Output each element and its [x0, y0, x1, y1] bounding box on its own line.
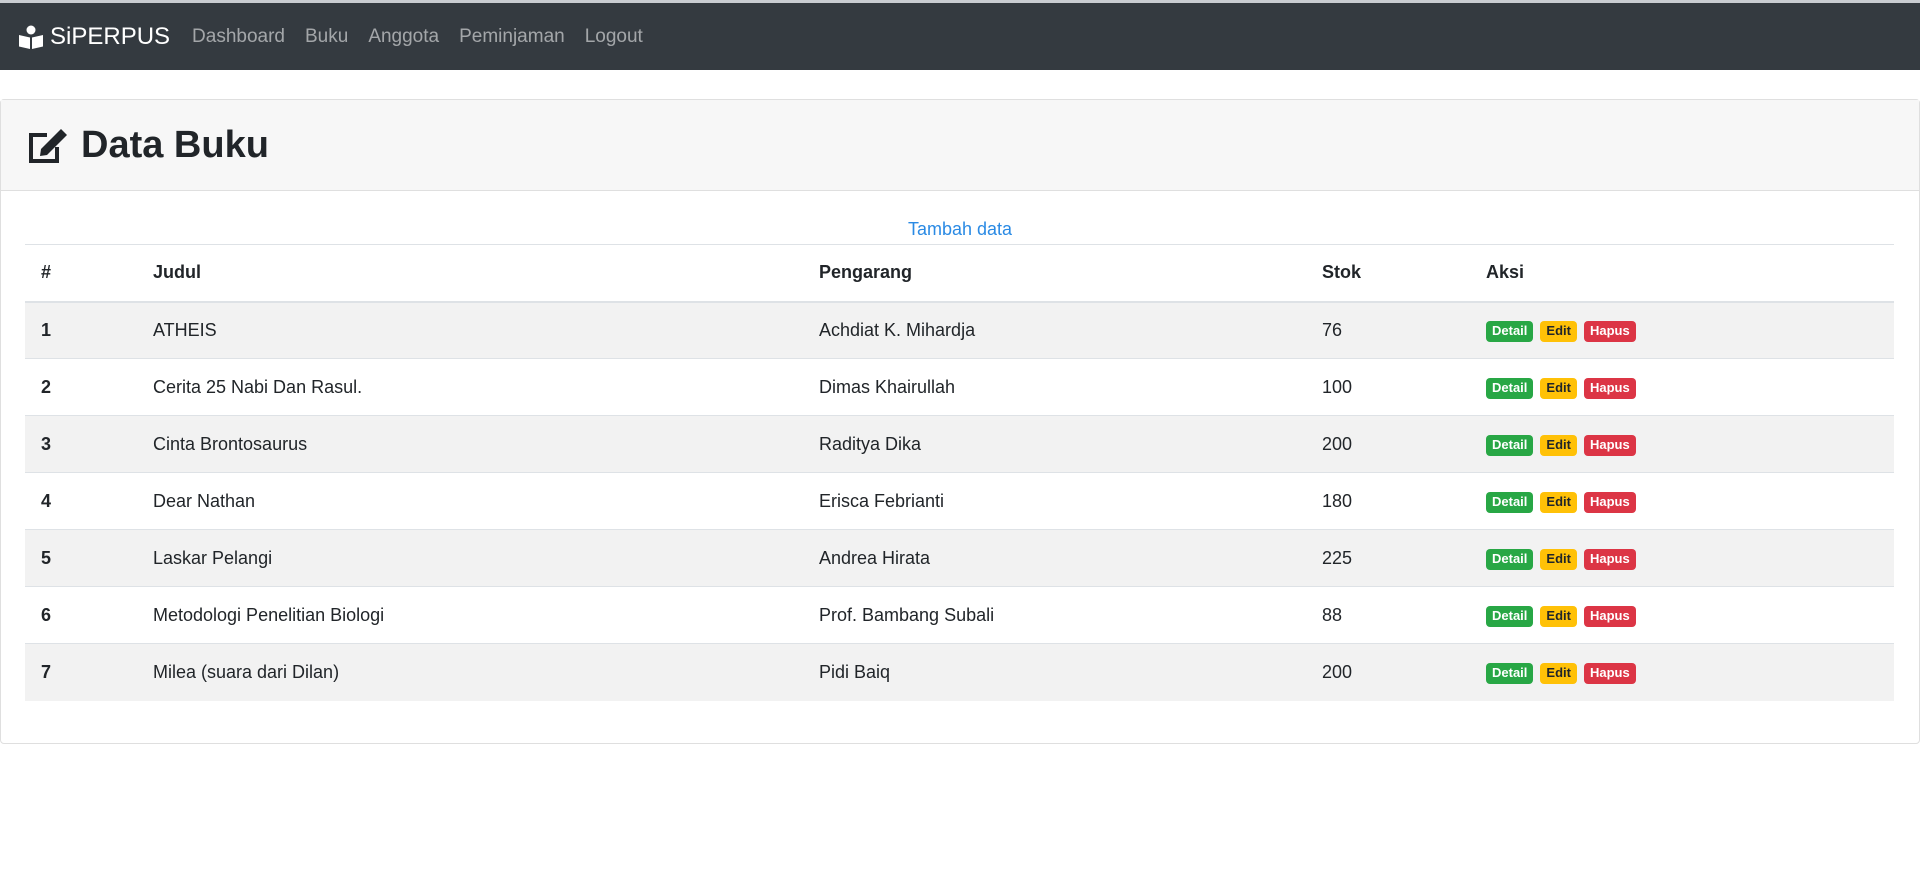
- cell-aksi: Detail Edit Hapus: [1470, 643, 1894, 701]
- brand-label: SiPERPUS: [50, 22, 171, 50]
- hapus-button[interactable]: Hapus: [1584, 548, 1636, 570]
- cell-judul: Metodologi Penelitian Biologi: [137, 586, 803, 644]
- cell-number: 7: [25, 643, 137, 701]
- nav-link-dashboard[interactable]: Dashboard: [192, 26, 285, 48]
- cell-pengarang: Achdiat K. Mihardja: [803, 301, 1306, 359]
- cell-aksi: Detail Edit Hapus: [1470, 472, 1894, 530]
- nav-link-buku[interactable]: Buku: [305, 26, 348, 48]
- cell-number: 3: [25, 415, 137, 473]
- cell-pengarang: Andrea Hirata: [803, 529, 1306, 587]
- cell-stok: 200: [1306, 415, 1470, 473]
- table-row: 5 Laskar Pelangi Andrea Hirata 225 Detai…: [25, 529, 1894, 587]
- cell-pengarang: Dimas Khairullah: [803, 358, 1306, 416]
- edit-button[interactable]: Edit: [1540, 491, 1577, 513]
- hapus-button[interactable]: Hapus: [1584, 491, 1636, 513]
- cell-pengarang: Pidi Baiq: [803, 643, 1306, 701]
- detail-button[interactable]: Detail: [1486, 434, 1534, 456]
- card-header: Data Buku: [1, 100, 1919, 191]
- book-reader-icon: [19, 25, 43, 49]
- nav-link-anggota[interactable]: Anggota: [368, 26, 439, 48]
- hapus-button[interactable]: Hapus: [1584, 377, 1636, 399]
- cell-judul: Laskar Pelangi: [137, 529, 803, 587]
- cell-number: 2: [25, 358, 137, 416]
- add-data-link[interactable]: Tambah data: [908, 219, 1012, 239]
- data-card: Data Buku Tambah data # Judul Pengarang …: [0, 99, 1920, 744]
- table-row: 7 Milea (suara dari Dilan) Pidi Baiq 200…: [25, 643, 1894, 701]
- table-row: 3 Cinta Brontosaurus Raditya Dika 200 De…: [25, 415, 1894, 473]
- table-body: 1 ATHEIS Achdiat K. Mihardja 76 Detail E…: [25, 301, 1894, 701]
- cell-aksi: Detail Edit Hapus: [1470, 529, 1894, 587]
- header-stok: Stok: [1322, 262, 1362, 283]
- detail-button[interactable]: Detail: [1486, 605, 1534, 627]
- detail-button[interactable]: Detail: [1486, 548, 1534, 570]
- header-aksi: Aksi: [1486, 262, 1525, 283]
- edit-button[interactable]: Edit: [1540, 320, 1577, 342]
- add-link-row: Tambah data: [25, 219, 1895, 244]
- cell-judul: Cerita 25 Nabi Dan Rasul.: [137, 358, 803, 416]
- nav-link-peminjaman[interactable]: Peminjaman: [459, 26, 565, 48]
- hapus-button[interactable]: Hapus: [1584, 320, 1636, 342]
- cell-stok: 88: [1306, 586, 1470, 644]
- cell-judul: Cinta Brontosaurus: [137, 415, 803, 473]
- header-number: #: [41, 262, 52, 283]
- table-head: # Judul Pengarang Stok Aksi: [25, 244, 1894, 302]
- edit-button[interactable]: Edit: [1540, 662, 1577, 684]
- page-title: Data Buku: [81, 123, 269, 166]
- table-header-row: # Judul Pengarang Stok Aksi: [25, 244, 1894, 302]
- table-row: 6 Metodologi Penelitian Biologi Prof. Ba…: [25, 586, 1894, 644]
- cell-aksi: Detail Edit Hapus: [1470, 586, 1894, 644]
- brand-link[interactable]: SiPERPUS: [18, 23, 170, 51]
- header-pengarang: Pengarang: [819, 262, 913, 283]
- cell-pengarang: Raditya Dika: [803, 415, 1306, 473]
- cell-judul: ATHEIS: [137, 301, 803, 359]
- edit-button[interactable]: Edit: [1540, 548, 1577, 570]
- hapus-button[interactable]: Hapus: [1584, 434, 1636, 456]
- cell-aksi: Detail Edit Hapus: [1470, 301, 1894, 359]
- hapus-button[interactable]: Hapus: [1584, 605, 1636, 627]
- cell-stok: 200: [1306, 643, 1470, 701]
- cell-stok: 225: [1306, 529, 1470, 587]
- cell-stok: 100: [1306, 358, 1470, 416]
- cell-number: 1: [25, 301, 137, 359]
- cell-aksi: Detail Edit Hapus: [1470, 358, 1894, 416]
- navbar: SiPERPUS Dashboard Buku Anggota Peminjam…: [0, 3, 1920, 70]
- edit-button[interactable]: Edit: [1540, 434, 1577, 456]
- detail-button[interactable]: Detail: [1486, 320, 1534, 342]
- edit-button[interactable]: Edit: [1540, 605, 1577, 627]
- cell-judul: Milea (suara dari Dilan): [137, 643, 803, 701]
- table-row: 1 ATHEIS Achdiat K. Mihardja 76 Detail E…: [25, 301, 1894, 359]
- edit-icon: [29, 129, 67, 163]
- cell-pengarang: Prof. Bambang Subali: [803, 586, 1306, 644]
- edit-button[interactable]: Edit: [1540, 377, 1577, 399]
- cell-number: 5: [25, 529, 137, 587]
- cell-number: 6: [25, 586, 137, 644]
- detail-button[interactable]: Detail: [1486, 377, 1534, 399]
- detail-button[interactable]: Detail: [1486, 491, 1534, 513]
- cell-pengarang: Erisca Febrianti: [803, 472, 1306, 530]
- nav-link-logout[interactable]: Logout: [585, 26, 643, 48]
- table-row: 2 Cerita 25 Nabi Dan Rasul. Dimas Khairu…: [25, 358, 1894, 416]
- cell-stok: 180: [1306, 472, 1470, 530]
- hapus-button[interactable]: Hapus: [1584, 662, 1636, 684]
- cell-judul: Dear Nathan: [137, 472, 803, 530]
- cell-number: 4: [25, 472, 137, 530]
- card-body: Tambah data # Judul Pengarang Stok Aksi …: [1, 191, 1919, 701]
- detail-button[interactable]: Detail: [1486, 662, 1534, 684]
- table-row: 4 Dear Nathan Erisca Febrianti 180 Detai…: [25, 472, 1894, 530]
- cell-stok: 76: [1306, 301, 1470, 359]
- cell-aksi: Detail Edit Hapus: [1470, 415, 1894, 473]
- book-table: # Judul Pengarang Stok Aksi 1 ATHEIS Ach…: [25, 244, 1894, 701]
- header-judul: Judul: [153, 262, 201, 283]
